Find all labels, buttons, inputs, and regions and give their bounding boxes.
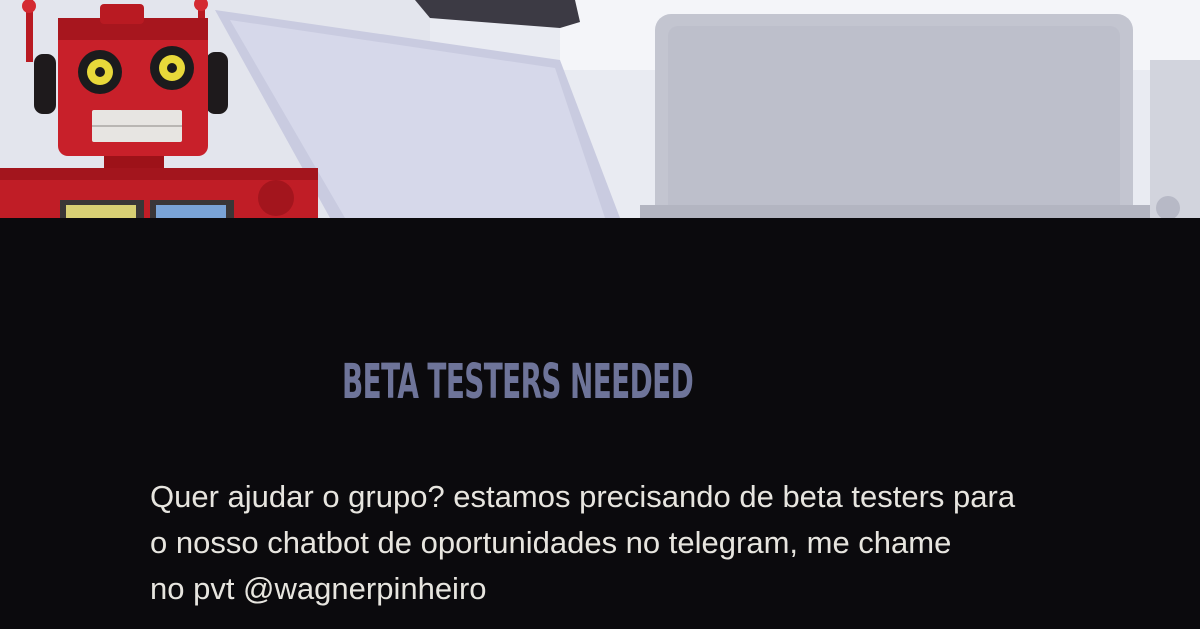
message-line-1: Quer ajudar o grupo? estamos precisando … bbox=[150, 479, 1016, 514]
robot-laptop-illustration bbox=[0, 0, 1200, 218]
banner-photo bbox=[0, 0, 1200, 218]
laptop-shape bbox=[640, 14, 1150, 218]
message-line-3: no pvt @wagnerpinheiro bbox=[150, 571, 487, 606]
message-line-2: o nosso chatbot de oportunidades no tele… bbox=[150, 525, 952, 560]
headline: BETA TESTERS NEEDED bbox=[342, 354, 694, 410]
message-text: Quer ajudar o grupo? estamos precisando … bbox=[150, 474, 1160, 612]
